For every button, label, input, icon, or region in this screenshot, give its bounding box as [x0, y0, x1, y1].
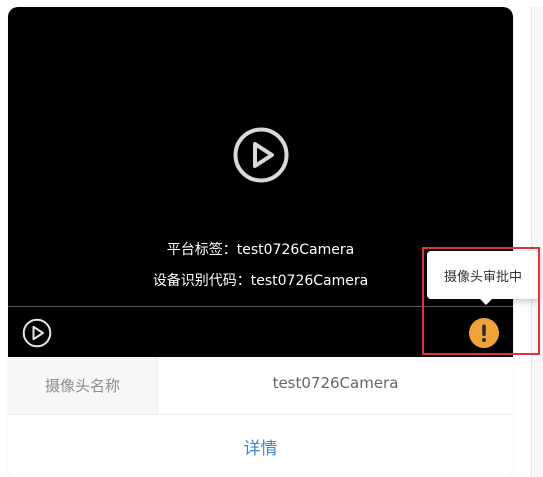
video-player[interactable]: 平台标签：test0726Camera 设备识别代码：test0726Camer… [8, 7, 513, 357]
camera-card: 平台标签：test0726Camera 设备识别代码：test0726Camer… [8, 7, 513, 477]
camera-name-value: test0726Camera [272, 373, 399, 392]
play-circle-icon[interactable] [233, 127, 289, 183]
camera-name-label: 摄像头名称 [8, 357, 158, 414]
video-controls-bar [8, 306, 513, 357]
exclamation-icon[interactable] [469, 318, 499, 348]
camera-name-row: 摄像头名称 test0726Camera [8, 357, 513, 415]
status-tooltip: 摄像头审批中 [427, 251, 539, 299]
play-control-icon[interactable] [22, 318, 52, 348]
adjacent-card-edge [531, 7, 543, 477]
tooltip-arrow [479, 298, 493, 305]
details-link[interactable]: 详情 [8, 415, 513, 477]
